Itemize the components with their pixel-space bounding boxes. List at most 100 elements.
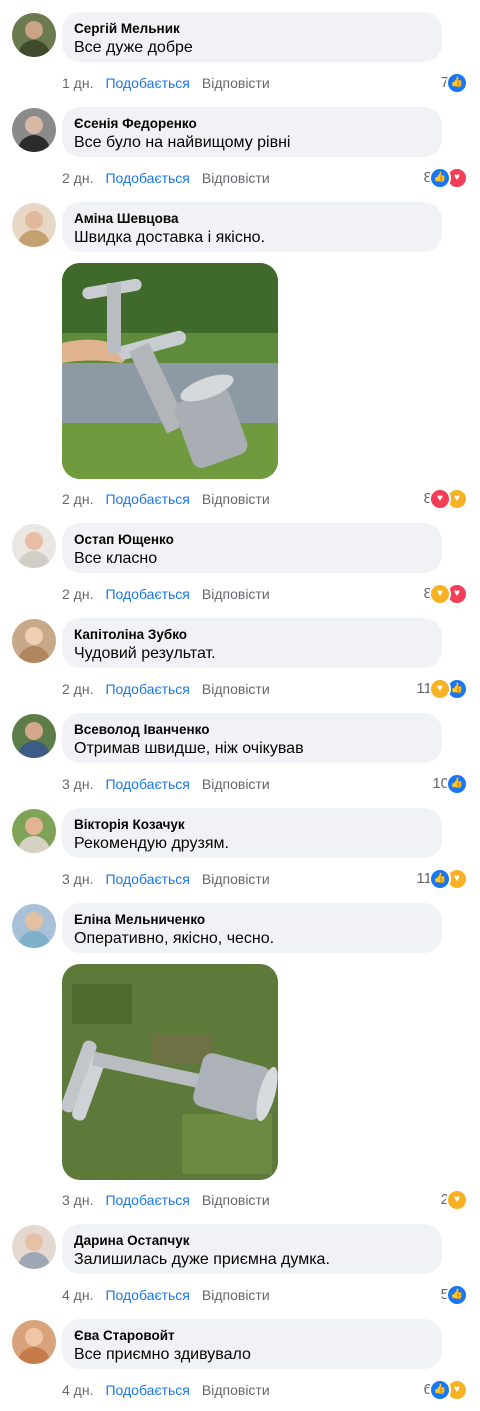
- author-name[interactable]: Всеволод Іванченко: [74, 721, 430, 738]
- like-reaction-icon: 👍: [446, 1284, 468, 1306]
- care-reaction-icon: ♥: [446, 1189, 468, 1211]
- comment-actions: 1 дн. Подобається Відповісти: [62, 73, 282, 93]
- like-button[interactable]: Подобається: [105, 168, 189, 188]
- like-button[interactable]: Подобається: [105, 584, 189, 604]
- like-reaction-icon: 👍: [429, 1379, 451, 1401]
- timestamp[interactable]: 2 дн.: [62, 584, 93, 604]
- author-name[interactable]: Дарина Остапчук: [74, 1232, 430, 1249]
- author-name[interactable]: Єва Старовойт: [74, 1327, 430, 1344]
- timestamp[interactable]: 4 дн.: [62, 1380, 93, 1400]
- reaction-summary[interactable]: 11 ♥ 👍: [416, 678, 468, 700]
- timestamp[interactable]: 4 дн.: [62, 1285, 93, 1305]
- like-button[interactable]: Подобається: [105, 1380, 189, 1400]
- reply-button[interactable]: Відповісти: [202, 869, 270, 889]
- comment-bubble: Аміна Шевцова Швидка доставка і якісно.: [62, 202, 442, 252]
- timestamp[interactable]: 3 дн.: [62, 774, 93, 794]
- comment-bubble: Єсенія Федоренко Все було на найвищому р…: [62, 107, 442, 157]
- reaction-summary[interactable]: 6 👍 ♥: [424, 1379, 468, 1401]
- author-name[interactable]: Остап Ющенко: [74, 531, 430, 548]
- timestamp[interactable]: 3 дн.: [62, 869, 93, 889]
- like-reaction-icon: 👍: [429, 167, 451, 189]
- comment-text: Залишилась дуже приємна думка.: [74, 1251, 330, 1268]
- avatar[interactable]: [12, 714, 56, 758]
- comment-bubble: Сергій Мельник Все дуже добре: [62, 12, 442, 62]
- reply-button[interactable]: Відповісти: [202, 774, 270, 794]
- timestamp[interactable]: 2 дн.: [62, 679, 93, 699]
- like-reaction-icon: 👍: [446, 72, 468, 94]
- avatar[interactable]: [12, 203, 56, 247]
- avatar[interactable]: [12, 1225, 56, 1269]
- reply-button[interactable]: Відповісти: [202, 679, 270, 699]
- comment-actions: 2 дн. Подобається Відповісти: [62, 489, 282, 509]
- like-button[interactable]: Подобається: [105, 679, 189, 699]
- reaction-summary[interactable]: 10 👍: [432, 773, 468, 795]
- like-button[interactable]: Подобається: [105, 489, 189, 509]
- like-button[interactable]: Подобається: [105, 1285, 189, 1305]
- reply-button[interactable]: Відповісти: [202, 584, 270, 604]
- author-name[interactable]: Еліна Мельниченко: [74, 911, 430, 928]
- avatar[interactable]: [12, 1320, 56, 1364]
- comment-bubble: Остап Ющенко Все класно: [62, 523, 442, 573]
- reaction-summary[interactable]: 5 👍: [441, 1284, 468, 1306]
- author-name[interactable]: Сергій Мельник: [74, 20, 430, 37]
- avatar[interactable]: [12, 809, 56, 853]
- reaction-summary[interactable]: 7 👍: [441, 72, 468, 94]
- reply-button[interactable]: Відповісти: [202, 1380, 270, 1400]
- comment-text: Все було на найвищому рівні: [74, 134, 291, 151]
- comment-text: Все приємно здивувало: [74, 1346, 251, 1363]
- care-reaction-icon: ♥: [429, 583, 451, 605]
- like-button[interactable]: Подобається: [105, 869, 189, 889]
- reaction-summary[interactable]: 8 ♥ ♥: [424, 583, 468, 605]
- comment-bubble: Всеволод Іванченко Отримав швидше, ніж о…: [62, 713, 442, 763]
- avatar[interactable]: [12, 13, 56, 57]
- comment-text: Чудовий результат.: [74, 645, 216, 662]
- comment-actions: 4 дн. Подобається Відповісти: [62, 1285, 282, 1305]
- reaction-summary[interactable]: 8 ♥ ♥: [424, 488, 468, 510]
- author-name[interactable]: Капітоліна Зубко: [74, 626, 430, 643]
- comment-text: Все дуже добре: [74, 39, 193, 56]
- like-button[interactable]: Подобається: [105, 1190, 189, 1210]
- timestamp[interactable]: 1 дн.: [62, 73, 93, 93]
- like-button[interactable]: Подобається: [105, 774, 189, 794]
- love-reaction-icon: ♥: [429, 488, 451, 510]
- like-button[interactable]: Подобається: [105, 73, 189, 93]
- reply-button[interactable]: Відповісти: [202, 73, 270, 93]
- author-name[interactable]: Єсенія Федоренко: [74, 115, 430, 132]
- reaction-summary[interactable]: 11 👍 ♥: [416, 868, 468, 890]
- author-name[interactable]: Вікторія Козачук: [74, 816, 430, 833]
- reaction-summary[interactable]: 2 ♥: [441, 1189, 468, 1211]
- comment-actions: 2 дн. Подобається Відповісти: [62, 679, 282, 699]
- reply-button[interactable]: Відповісти: [202, 168, 270, 188]
- attached-photo[interactable]: [62, 964, 278, 1180]
- comment-text: Оперативно, якісно, чесно.: [74, 930, 275, 947]
- reply-button[interactable]: Відповісти: [202, 1190, 270, 1210]
- timestamp[interactable]: 2 дн.: [62, 168, 93, 188]
- timestamp[interactable]: 3 дн.: [62, 1190, 93, 1210]
- avatar[interactable]: [12, 904, 56, 948]
- comment-text: Отримав швидше, ніж очікував: [74, 740, 304, 757]
- author-name[interactable]: Аміна Шевцова: [74, 210, 430, 227]
- reply-button[interactable]: Відповісти: [202, 489, 270, 509]
- like-reaction-icon: 👍: [429, 868, 451, 890]
- comment-actions: 3 дн. Подобається Відповісти: [62, 774, 282, 794]
- comment-bubble: Еліна Мельниченко Оперативно, якісно, че…: [62, 903, 442, 953]
- comment-actions: 2 дн. Подобається Відповісти: [62, 168, 282, 188]
- comment-text: Рекомендую друзям.: [74, 835, 229, 852]
- comment-text: Все класно: [74, 550, 158, 567]
- comment-actions: 2 дн. Подобається Відповісти: [62, 584, 282, 604]
- avatar[interactable]: [12, 524, 56, 568]
- comment-bubble: Капітоліна Зубко Чудовий результат.: [62, 618, 442, 668]
- timestamp[interactable]: 2 дн.: [62, 489, 93, 509]
- attached-photo[interactable]: [62, 263, 278, 479]
- comment-bubble: Вікторія Козачук Рекомендую друзям.: [62, 808, 442, 858]
- comment-text: Швидка доставка і якісно.: [74, 229, 266, 246]
- care-reaction-icon: ♥: [429, 678, 451, 700]
- reply-button[interactable]: Відповісти: [202, 1285, 270, 1305]
- comment-bubble: Єва Старовойт Все приємно здивувало: [62, 1319, 442, 1369]
- comment-actions: 4 дн. Подобається Відповісти: [62, 1380, 282, 1400]
- comment-bubble: Дарина Остапчук Залишилась дуже приємна …: [62, 1224, 442, 1274]
- avatar[interactable]: [12, 108, 56, 152]
- avatar[interactable]: [12, 619, 56, 663]
- reaction-summary[interactable]: 8 👍 ♥: [424, 167, 468, 189]
- like-reaction-icon: 👍: [446, 773, 468, 795]
